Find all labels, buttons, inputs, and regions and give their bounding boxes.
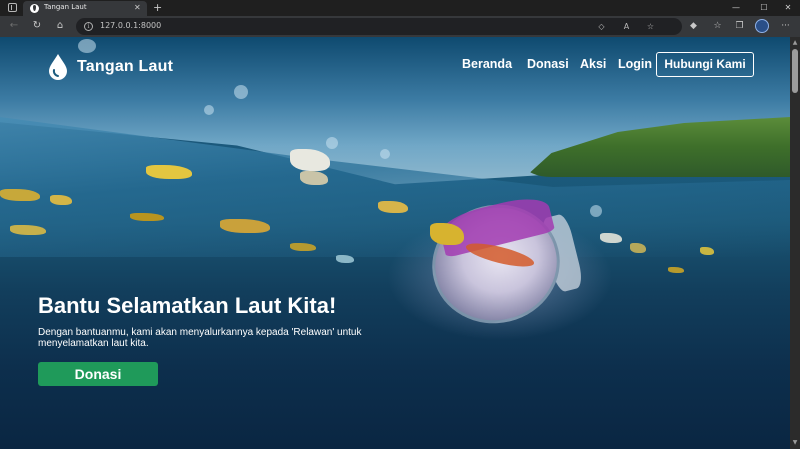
plastic-debris [700,247,714,255]
reload-icon[interactable]: ↻ [30,19,44,33]
tab-strip: Tangan Laut ✕ + — ☐ ✕ [0,0,800,16]
browser-tab[interactable]: Tangan Laut ✕ [23,1,147,16]
new-tab-button[interactable]: + [153,0,162,15]
plastic-debris [630,243,646,253]
plastic-debris [146,165,192,179]
page-scrollbar[interactable]: ▲ ▼ [790,37,800,449]
plastic-debris [300,171,328,185]
bubble [380,149,390,159]
plastic-debris [0,189,40,201]
favorite-add-icon[interactable]: ☆ [644,20,657,33]
url-text[interactable]: 127.0.0.1:8000 [100,21,161,30]
profile-icon[interactable] [755,19,769,33]
extension-icon[interactable]: ◇ [595,20,608,33]
favorites-icon[interactable]: ☆ [710,19,725,34]
plastic-debris [130,213,164,221]
plastic-debris [10,225,46,235]
scroll-up-arrow-icon[interactable]: ▲ [790,39,800,47]
tab-title: Tangan Laut [44,3,87,11]
page-viewport: Tangan Laut Beranda Donasi Aksi Login Hu… [0,37,790,449]
plastic-debris [600,233,622,243]
home-icon[interactable]: ⌂ [53,19,67,33]
scroll-thumb[interactable] [792,49,798,93]
plastic-debris [668,267,684,273]
hero-subtitle: Dengan bantuanmu, kami akan menyalurkann… [38,327,362,349]
address-bar[interactable]: i 127.0.0.1:8000 ◇ A ☆ [76,18,682,35]
read-aloud-icon[interactable]: A [620,20,633,33]
scroll-down-arrow-icon[interactable]: ▼ [790,439,800,447]
water-drop-icon [48,53,68,80]
plastic-debris [378,201,408,213]
nav-aksi[interactable]: Aksi [580,57,606,71]
bubble [204,105,214,115]
site-info-icon[interactable]: i [84,22,93,31]
window-menu-icon[interactable] [8,3,17,12]
collections-icon[interactable]: ❐ [732,19,747,34]
more-icon[interactable]: ··· [778,19,793,34]
plastic-debris [290,243,316,251]
close-window-button[interactable]: ✕ [774,0,800,16]
donate-button[interactable]: Donasi [38,362,158,386]
contact-us-button[interactable]: Hubungi Kami [656,52,754,77]
tab-favicon-icon [30,4,39,13]
bubble [326,137,338,149]
nav-login[interactable]: Login [618,57,652,71]
nav-donasi[interactable]: Donasi [527,57,569,71]
plastic-debris [220,219,270,233]
back-icon[interactable]: ← [7,19,21,33]
plastic-debris [336,255,354,263]
bubble [78,39,96,53]
plastic-debris [50,195,72,205]
shield-extension-icon[interactable]: ◆ [686,19,701,34]
minimize-button[interactable]: — [722,0,750,16]
bubble [234,85,248,99]
nav-beranda[interactable]: Beranda [462,57,512,71]
hero-title: Bantu Selamatkan Laut Kita! [38,293,337,318]
tab-close-icon[interactable]: ✕ [134,2,141,14]
bubble [590,205,602,217]
brand-name: Tangan Laut [77,57,174,75]
brand-logo[interactable]: Tangan Laut [48,53,173,80]
browser-toolbar: ← ↻ ⌂ i 127.0.0.1:8000 ◇ A ☆ ◆ ☆ ❐ ··· [0,16,800,37]
